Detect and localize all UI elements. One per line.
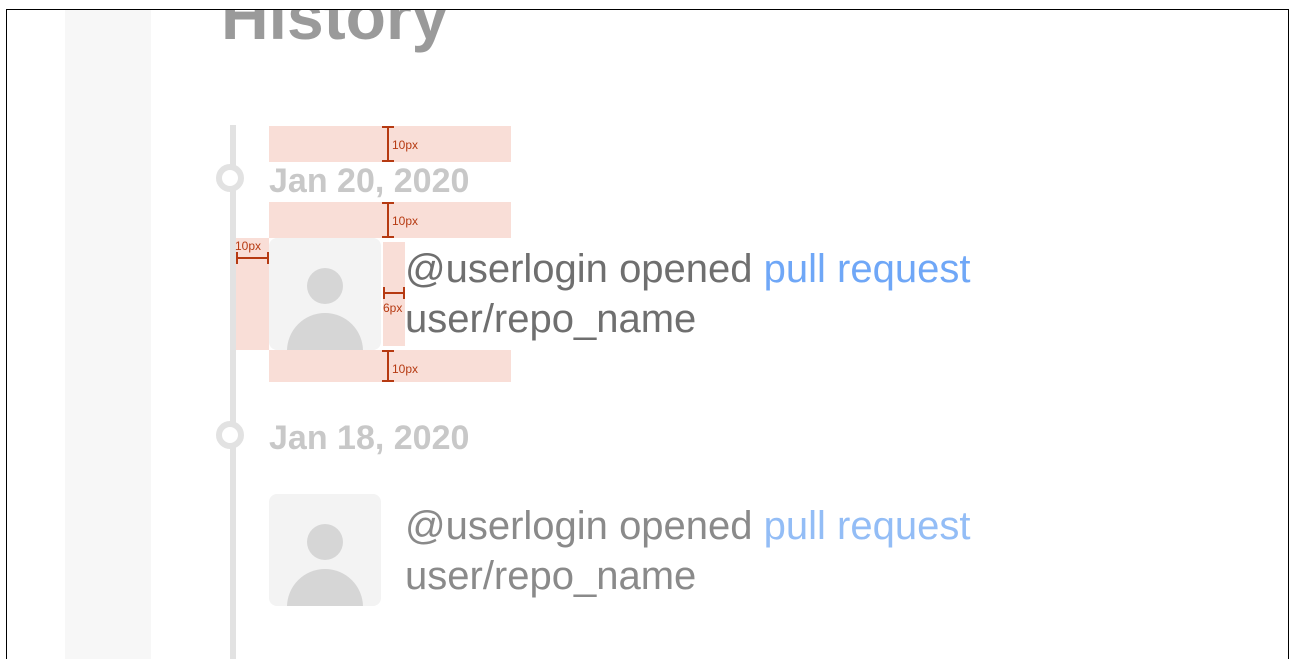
avatar-body-shape	[287, 313, 363, 350]
spacing-label-middle: 10px	[392, 214, 419, 228]
timeline-marker-icon	[216, 421, 244, 449]
spacing-label-bottom: 10px	[392, 362, 419, 376]
avatar-placeholder-icon	[269, 494, 381, 606]
avatar-head-shape	[307, 268, 343, 304]
avatar-body-shape	[287, 569, 363, 606]
activity-entry: @userlogin opened pull request user/repo…	[405, 501, 970, 601]
spacing-overlay-gap	[383, 242, 405, 346]
activity-line: @userlogin opened pull request	[405, 244, 970, 294]
spacing-overlay-middle	[269, 202, 511, 238]
vertical-measure-arrow	[382, 350, 394, 382]
left-gutter	[65, 10, 151, 659]
timeline-rail	[230, 125, 236, 659]
history-panel: History Jan 20, 2020 Jan 18, 2020 @userl…	[6, 9, 1289, 659]
page-title: History	[221, 9, 449, 53]
horizontal-measure-arrow	[383, 287, 405, 299]
timeline-marker-icon	[216, 164, 244, 192]
spacing-overlay-bottom	[269, 350, 511, 382]
spacing-label-top: 10px	[392, 138, 419, 152]
avatar-head-shape	[307, 524, 343, 560]
repo-name: user/repo_name	[405, 297, 697, 341]
activity-verb: opened	[619, 247, 753, 291]
repo-name: user/repo_name	[405, 554, 697, 598]
timeline-date: Jan 18, 2020	[269, 419, 470, 457]
activity-entry: @userlogin opened pull request user/repo…	[405, 244, 970, 344]
pull-request-link[interactable]: pull request	[764, 247, 971, 291]
actor-name: @userlogin	[405, 504, 608, 548]
vertical-measure-arrow	[382, 202, 394, 238]
avatar-placeholder-icon	[269, 238, 381, 350]
horizontal-measure-arrow	[236, 252, 269, 264]
spacing-overlay-top	[269, 126, 511, 162]
vertical-measure-arrow	[382, 126, 394, 162]
spacing-overlay-left	[236, 238, 269, 350]
actor-name: @userlogin	[405, 247, 608, 291]
spacing-label-gap: 6px	[383, 301, 403, 315]
pull-request-link[interactable]: pull request	[764, 504, 971, 548]
activity-line: @userlogin opened pull request	[405, 501, 970, 551]
timeline-date: Jan 20, 2020	[269, 162, 470, 200]
spacing-label-left: 10px	[235, 239, 262, 253]
activity-verb: opened	[619, 504, 753, 548]
